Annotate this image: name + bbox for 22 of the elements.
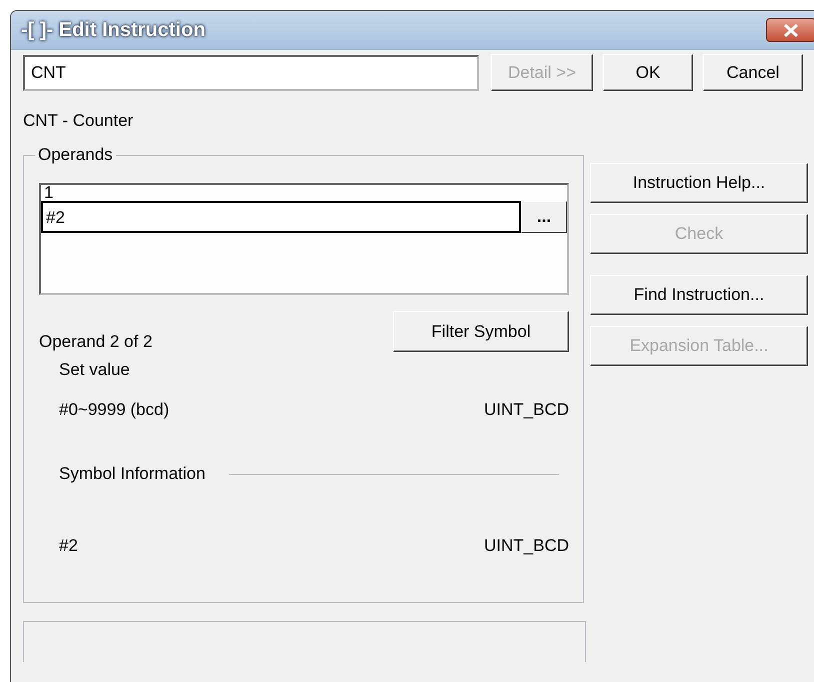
value-range: #0~9999 (bcd) [59,400,170,420]
browse-button[interactable]: ... [521,201,567,233]
close-button[interactable] [766,18,814,42]
instruction-field[interactable]: CNT [23,54,479,90]
window-title: -[ ]- Edit Instruction [21,18,206,42]
close-icon [783,24,799,36]
range-type: UINT_BCD [484,400,569,420]
filter-symbol-button[interactable]: Filter Symbol [393,311,569,352]
symbol-value: #2 [59,536,78,556]
group-legend: Operands [35,145,116,165]
dialog-button[interactable]: Cancel [703,54,803,91]
symbol-heading: Symbol Information [59,464,206,484]
instruction-description: CNT - Counter [23,111,134,131]
operand-item[interactable]: 1 [41,185,567,201]
operand-list[interactable]: 1 #2 ... [39,183,569,295]
operand-position: Operand 2 of 2 [39,332,152,352]
dialog-button[interactable]: OK [603,54,693,91]
symbol-type: UINT_BCD [484,536,569,556]
set-value-label: Set value [58,360,131,380]
operand-edit-field[interactable]: #2 [41,201,521,233]
side-button[interactable]: Find Instruction... [590,275,808,315]
side-button[interactable]: Instruction Help... [590,163,808,203]
